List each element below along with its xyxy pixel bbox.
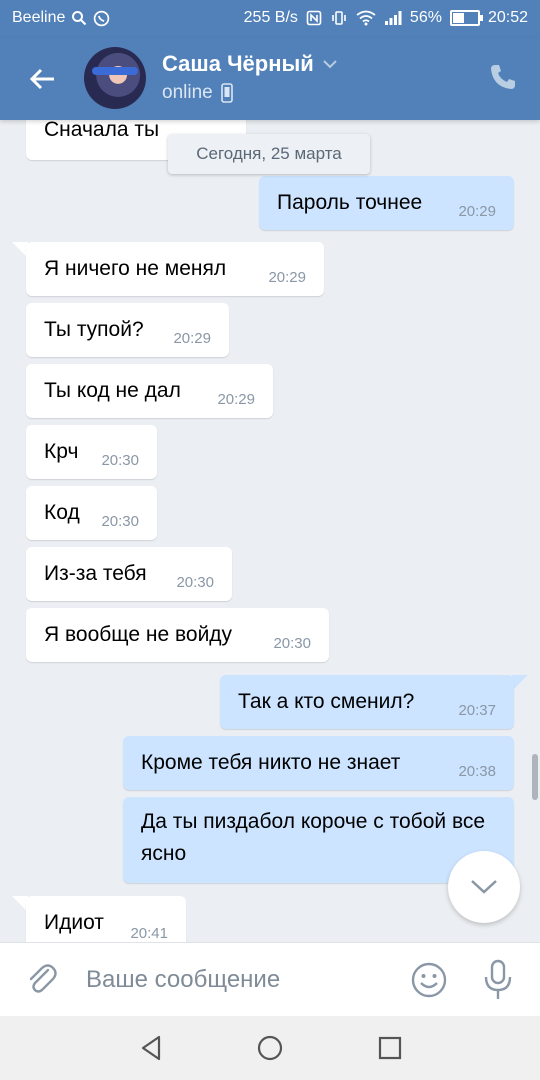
message-bubble-incoming[interactable]: Идиот 20:41 <box>26 896 186 942</box>
contact-name: Саша Чёрный <box>162 51 314 76</box>
contact-name-row[interactable]: Саша Чёрный <box>162 51 338 77</box>
scroll-down-button[interactable] <box>448 851 520 923</box>
wifi-icon <box>356 10 376 26</box>
message-bubble-incoming[interactable]: Ты код не дал 20:29 <box>26 364 273 418</box>
message-list[interactable]: Сначала ты Сегодня, 25 марта Пароль точн… <box>0 120 540 942</box>
message-text: Из-за тебя <box>44 562 147 585</box>
message-time: 20:37 <box>458 702 496 719</box>
contact-status-row: online <box>162 82 233 104</box>
message-composer: Ваше сообщение <box>0 942 540 1017</box>
clock: 20:52 <box>487 9 528 26</box>
message-time: 20:30 <box>101 513 139 530</box>
message-input[interactable]: Ваше сообщение <box>86 966 280 994</box>
message-time: 20:30 <box>273 635 311 652</box>
bubble-tail <box>512 675 528 691</box>
scrollbar[interactable] <box>532 754 538 800</box>
message-text: Ты код не дал <box>44 379 181 402</box>
message-time: 20:30 <box>101 452 139 469</box>
whatsapp-icon <box>94 10 110 26</box>
network-speed: 255 B/s <box>243 9 298 26</box>
message-time: 20:30 <box>176 574 214 591</box>
message-time: 20:41 <box>130 925 168 942</box>
message-bubble-incoming[interactable]: Я ничего не менял 20:29 <box>26 242 324 296</box>
message-bubble-incoming[interactable]: Ты тупой? 20:29 <box>26 303 229 357</box>
message-bubble-outgoing[interactable]: Пароль точнее 20:29 <box>259 176 514 230</box>
message-time: 20:29 <box>173 330 211 347</box>
scroll-down-icon <box>471 880 497 894</box>
avatar[interactable] <box>84 47 146 109</box>
back-arrow-icon[interactable] <box>24 60 62 98</box>
emoji-icon[interactable] <box>410 961 448 999</box>
message-text: Код <box>44 501 80 524</box>
nav-back-icon[interactable] <box>135 1032 167 1064</box>
nav-recents-icon[interactable] <box>374 1032 406 1064</box>
message-text: Идиот <box>44 911 104 934</box>
nav-home-icon[interactable] <box>254 1032 286 1064</box>
message-bubble-outgoing[interactable]: Кроме тебя никто не знает 20:38 <box>123 736 514 790</box>
nfc-icon <box>306 10 322 26</box>
microphone-icon[interactable] <box>480 959 516 1001</box>
message-text: Так а кто сменил? <box>238 690 415 713</box>
date-separator: Сегодня, 25 марта <box>168 134 370 174</box>
system-nav-bar <box>0 1016 540 1080</box>
message-text: Крч <box>44 440 79 463</box>
contact-status: online <box>162 82 213 103</box>
vibrate-icon <box>332 11 346 25</box>
search-icon <box>72 11 87 26</box>
signal-icon <box>384 11 402 25</box>
chat-header: Саша Чёрный online <box>0 38 540 120</box>
message-text: Я вообще не войду <box>44 623 233 646</box>
message-text: Кроме тебя никто не знает <box>141 751 401 774</box>
message-text: Сначала ты <box>44 120 160 141</box>
message-time: 20:29 <box>217 391 255 408</box>
chevron-down-icon <box>323 60 337 69</box>
phone-device-icon <box>220 83 233 103</box>
message-bubble-outgoing[interactable]: Так а кто сменил? 20:37 <box>220 675 514 729</box>
message-bubble-incoming[interactable]: Крч 20:30 <box>26 425 157 479</box>
battery-percent: 56% <box>409 9 442 26</box>
message-text: Ты тупой? <box>44 318 144 341</box>
attach-icon[interactable] <box>24 961 60 997</box>
message-time: 20:29 <box>458 203 496 220</box>
message-time: 20:29 <box>268 269 306 286</box>
carrier-name: Beeline <box>12 9 66 26</box>
status-bar: Beeline 255 B/s 56% 20:52 <box>0 0 540 38</box>
message-bubble-incoming[interactable]: Из-за тебя 20:30 <box>26 547 232 601</box>
message-text: Пароль точнее <box>277 191 423 214</box>
message-bubble-incoming[interactable]: Я вообще не войду 20:30 <box>26 608 329 662</box>
phone-call-icon[interactable] <box>488 62 518 92</box>
message-time: 20:38 <box>458 763 496 780</box>
battery-icon <box>449 10 483 26</box>
message-bubble-incoming[interactable]: Код 20:30 <box>26 486 157 540</box>
message-text: Я ничего не менял <box>44 257 227 280</box>
